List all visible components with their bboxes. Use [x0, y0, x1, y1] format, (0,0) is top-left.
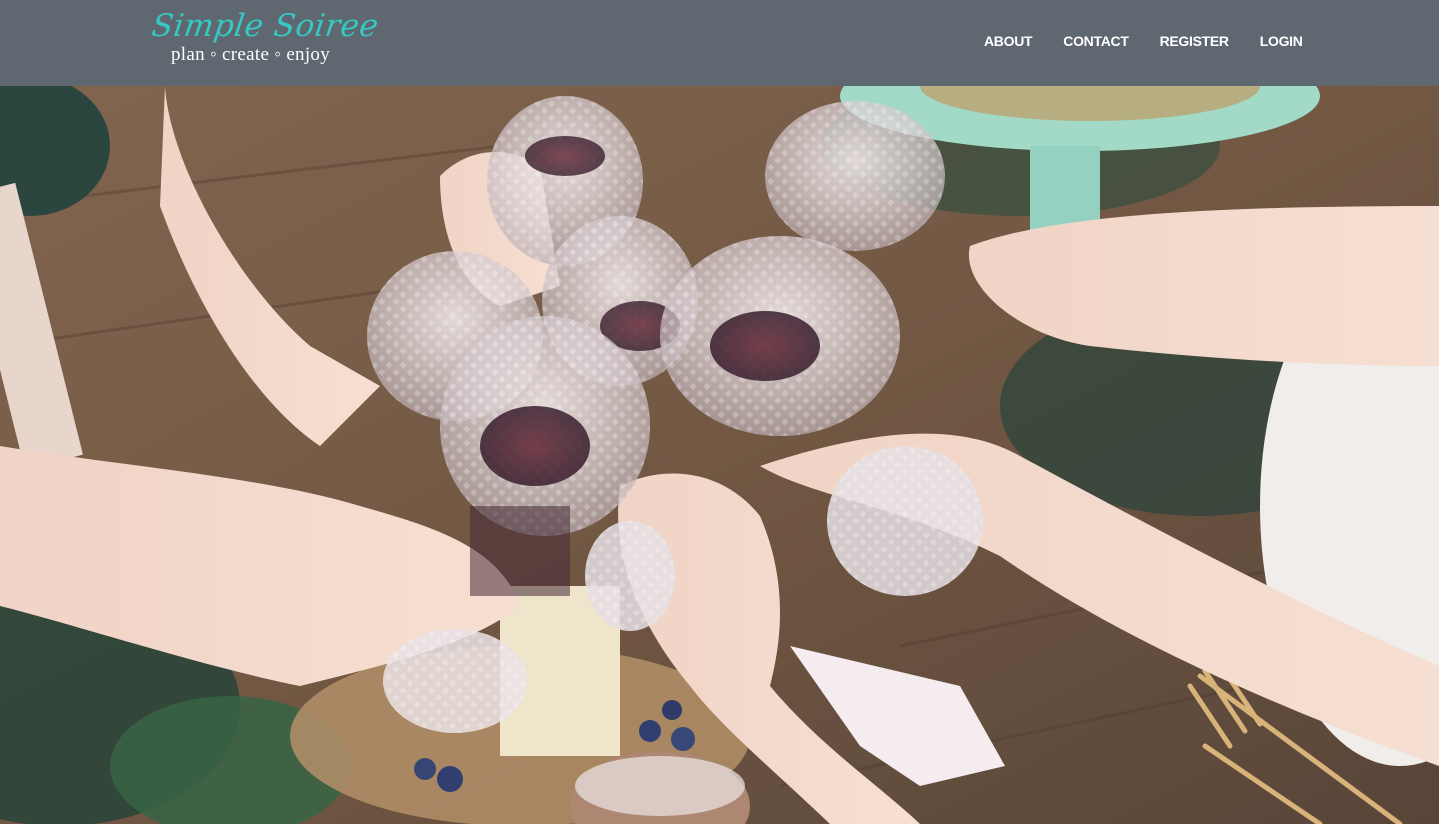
brand-logo-link[interactable]: Simple Soiree plan ◦ create ◦ enjoy: [149, 8, 380, 72]
hero-photo: [0, 86, 1439, 824]
main-nav: ABOUT CONTACT REGISTER LOGIN: [984, 30, 1303, 52]
brand-tagline: plan ◦ create ◦ enjoy: [171, 44, 331, 65]
nav-link-about[interactable]: ABOUT: [984, 31, 1033, 51]
brand-name: Simple Soiree: [149, 8, 381, 44]
hero-banner: [0, 86, 1439, 824]
nav-link-contact[interactable]: CONTACT: [1063, 31, 1129, 51]
site-header: Simple Soiree plan ◦ create ◦ enjoy ABOU…: [0, 0, 1439, 86]
nav-link-register[interactable]: REGISTER: [1160, 31, 1229, 51]
nav-link-login[interactable]: LOGIN: [1260, 31, 1303, 51]
